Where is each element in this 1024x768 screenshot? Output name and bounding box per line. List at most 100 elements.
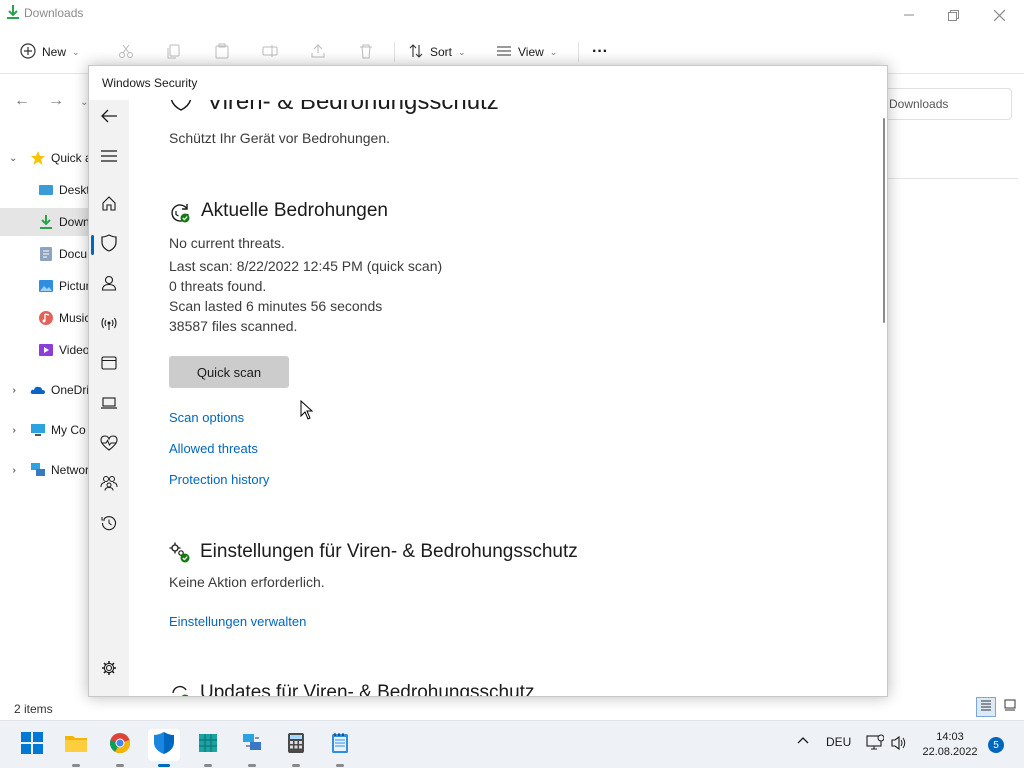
expand-chevron-icon[interactable]: ⌄ (8, 426, 19, 434)
protection-history-link[interactable]: Protection history (169, 472, 269, 487)
page-title: Viren- & Bedrohungsschutz (207, 100, 499, 115)
start-button[interactable] (16, 729, 48, 761)
taskbar-calculator[interactable] (280, 729, 312, 767)
nav-settings[interactable] (89, 652, 129, 688)
sidebar-item-videos[interactable]: Video (0, 336, 90, 364)
nav-protection-history[interactable] (89, 507, 129, 543)
more-options-button[interactable]: ··· (592, 38, 608, 66)
forward-arrow-icon[interactable]: → (48, 92, 64, 110)
sort-label: Sort (430, 45, 453, 59)
back-button[interactable] (89, 100, 129, 136)
back-arrow-icon[interactable]: ← (14, 92, 30, 110)
quick-scan-button[interactable]: Quick scan (169, 356, 289, 388)
family-icon (100, 475, 118, 496)
nav-firewall-network[interactable] (89, 307, 129, 343)
expand-chevron-icon[interactable]: ⌄ (8, 386, 19, 394)
sidebar-item-label: Music (59, 311, 90, 325)
settings-gears-icon (169, 542, 191, 569)
share-button[interactable] (310, 38, 326, 66)
taskbar-network-app[interactable] (236, 729, 268, 767)
allowed-threats-link[interactable]: Allowed threats (169, 441, 258, 456)
person-icon (101, 275, 117, 296)
manage-settings-link[interactable]: Einstellungen verwalten (169, 614, 306, 629)
sidebar-item-onedrive[interactable]: ⌄ OneDri (0, 376, 90, 404)
windows-logo-icon (21, 731, 43, 759)
videos-folder-icon (38, 342, 54, 358)
details-view-button[interactable] (976, 697, 996, 717)
security-titlebar[interactable]: Windows Security (89, 66, 887, 100)
sidebar-item-label: My Co (51, 423, 86, 437)
home-icon (101, 195, 117, 216)
security-window-title: Windows Security (102, 76, 198, 90)
sidebar-item-downloads[interactable]: Down (0, 208, 90, 236)
chevron-down-icon: ⌄ (549, 46, 558, 57)
volume-icon[interactable] (890, 734, 908, 755)
chrome-icon (109, 732, 131, 759)
expand-chevron-icon[interactable]: ⌄ (8, 466, 19, 474)
nav-app-browser-control[interactable] (89, 347, 129, 383)
taskbar-windows-security[interactable] (148, 729, 180, 767)
nav-device-health[interactable] (89, 427, 129, 463)
sort-button[interactable]: Sort ⌄ (408, 38, 466, 66)
taskbar-app-blocks[interactable] (192, 729, 224, 767)
close-button[interactable] (976, 0, 1022, 30)
trash-icon (358, 43, 374, 62)
explorer-title: Downloads (24, 6, 84, 20)
nav-family-options[interactable] (89, 467, 129, 503)
calculator-icon (287, 732, 305, 759)
system-clock[interactable]: 14:03 22.08.2022 (918, 730, 982, 760)
sidebar-item-quick-access[interactable]: ⌄ Quick a (0, 144, 90, 172)
explorer-titlebar[interactable]: Downloads (0, 0, 1024, 30)
menu-button[interactable] (89, 140, 129, 176)
threat-status-text: No current threats. (169, 235, 285, 251)
content-scrollbar[interactable] (883, 118, 885, 323)
tiles-view-button[interactable] (1000, 697, 1020, 717)
minimize-button[interactable] (886, 0, 932, 30)
nav-virus-protection[interactable] (89, 227, 129, 263)
update-sync-icon (169, 683, 191, 696)
notification-count-badge[interactable]: 5 (988, 737, 1004, 753)
nav-home[interactable] (89, 187, 129, 223)
threats-found-text: 0 threats found. (169, 278, 267, 294)
running-indicator (116, 764, 124, 767)
paste-button[interactable] (214, 38, 230, 66)
copy-button[interactable] (166, 38, 182, 66)
security-content: Viren- & Bedrohungsschutz Schützt Ihr Ge… (129, 100, 887, 697)
settings-heading: Einstellungen für Viren- & Bedrohungssch… (200, 541, 578, 562)
view-label: View (518, 45, 544, 59)
expand-chevron-icon[interactable]: ⌄ (9, 153, 17, 164)
new-button[interactable]: New ⌄ (20, 38, 80, 66)
sidebar-item-label: Docu (59, 247, 88, 261)
chevron-down-icon: ⌄ (72, 46, 80, 57)
network-computers-icon (241, 732, 263, 759)
updates-heading: Updates für Viren- & Bedrohungsschutz (200, 682, 535, 697)
network-status-icon[interactable] (866, 734, 885, 755)
restore-button[interactable] (930, 0, 976, 30)
computer-icon (30, 422, 46, 438)
address-bar[interactable]: Downloads (876, 88, 1012, 120)
taskbar-chrome[interactable] (104, 729, 136, 767)
view-button[interactable]: View ⌄ (496, 38, 557, 66)
sidebar-item-documents[interactable]: Docu (0, 240, 90, 268)
taskbar-file-explorer[interactable] (60, 729, 92, 767)
running-indicator (72, 764, 80, 767)
sidebar-item-network[interactable]: ⌄ Networ (0, 456, 90, 484)
nav-account-protection[interactable] (89, 267, 129, 303)
nav-device-security[interactable] (89, 387, 129, 423)
rename-button[interactable] (262, 38, 278, 66)
tiles-icon (1004, 698, 1016, 716)
settings-status-text: Keine Aktion erforderlich. (169, 574, 325, 590)
scan-options-link[interactable]: Scan options (169, 410, 244, 425)
running-indicator (248, 764, 256, 767)
star-icon (30, 150, 46, 166)
sidebar-item-music[interactable]: Music (0, 304, 90, 332)
sidebar-item-pictures[interactable]: Pictur (0, 272, 90, 300)
show-hidden-icons-chevron[interactable] (796, 733, 810, 750)
cut-button[interactable] (118, 38, 134, 66)
taskbar-notepad[interactable] (324, 729, 356, 767)
input-language-indicator[interactable]: DEU (826, 735, 851, 749)
delete-button[interactable] (358, 38, 374, 66)
sidebar-item-desktop[interactable]: Deskt (0, 176, 90, 204)
sidebar-item-my-computer[interactable]: ⌄ My Co (0, 416, 90, 444)
history-clock-icon (101, 515, 117, 536)
